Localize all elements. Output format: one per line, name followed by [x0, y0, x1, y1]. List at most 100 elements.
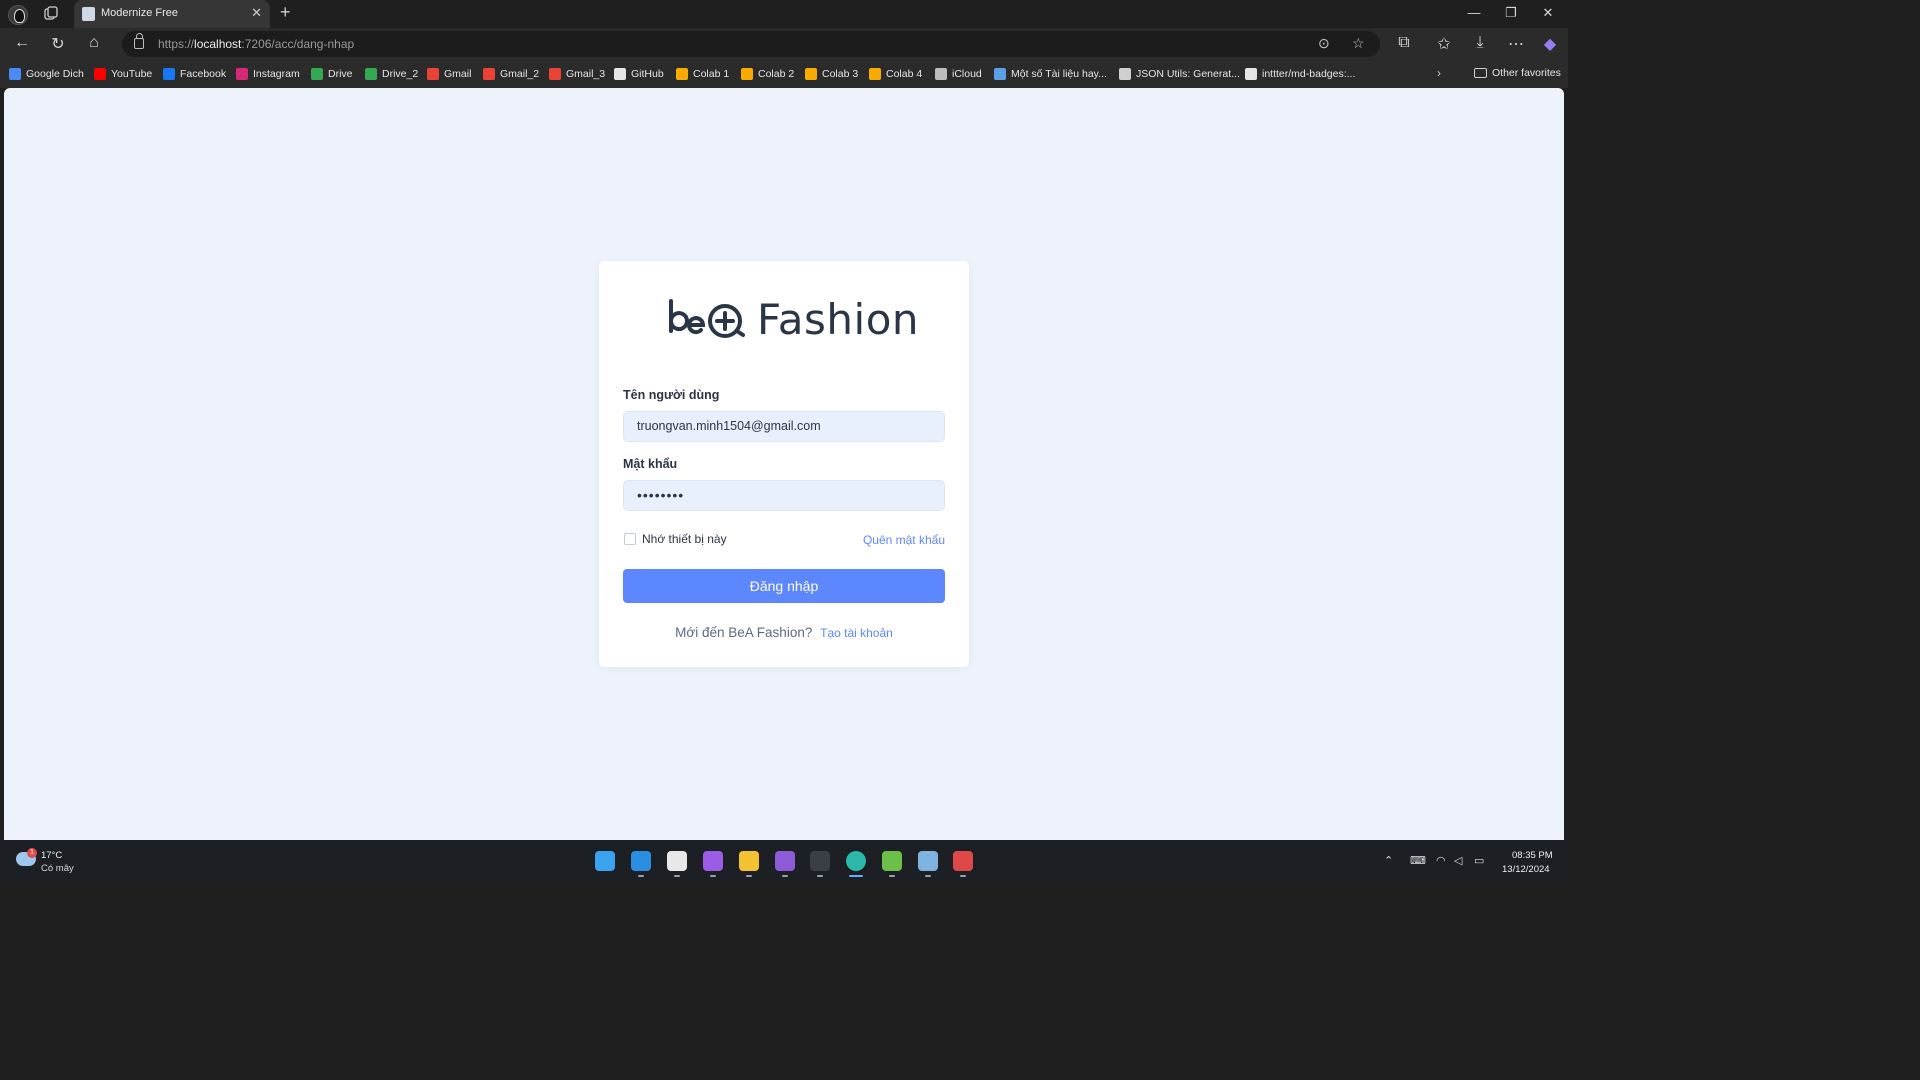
more-menu-icon[interactable]: ⋯ [1506, 34, 1526, 54]
window-close-icon[interactable]: ✕ [1538, 5, 1558, 21]
login-card: Fashion Tên người dùng truongvan.minh150… [599, 261, 969, 667]
bookmark-label: inttter/md-badges:... [1262, 68, 1356, 80]
profile-avatar-icon[interactable] [8, 5, 28, 25]
url-path: :7206/acc/dang-nhap [241, 37, 355, 51]
bookmark-item[interactable]: Một số Tài liệu hay... [994, 67, 1107, 81]
copilot-icon[interactable]: ◆ [1540, 34, 1560, 54]
bookmark-label: Gmail [444, 68, 472, 80]
extensions-icon[interactable]: ⧉ [1394, 34, 1414, 52]
back-icon[interactable]: ← [12, 34, 32, 52]
password-label: Mật khẩu [623, 457, 678, 471]
collections-icon[interactable] [44, 6, 58, 20]
more-bookmarks-chevron-icon[interactable]: › [1437, 66, 1441, 80]
bookmark-label: Colab 1 [693, 68, 730, 80]
drive-icon [311, 68, 323, 80]
folder-icon [1474, 68, 1487, 78]
other-favorites[interactable]: Other favorites [1474, 67, 1561, 79]
username-input[interactable]: truongvan.minh1504@gmail.com [623, 411, 945, 442]
google-translate-icon [9, 68, 21, 80]
vscode-icon[interactable] [631, 851, 651, 871]
bookmark-label: Colab 2 [758, 68, 795, 80]
home-icon[interactable]: ⌂ [84, 34, 104, 52]
globe-icon [1119, 68, 1131, 80]
remember-device-label[interactable]: Nhớ thiết bị này [642, 532, 727, 546]
address-bar[interactable]: https://localhost:7206/acc/dang-nhap ⊙ ☆ [122, 31, 1380, 57]
bookmark-item[interactable]: Instagram [236, 67, 300, 81]
downloads-icon[interactable]: ⤓ [1470, 34, 1490, 52]
weather-temperature: 17°C [41, 850, 63, 861]
bookmark-item[interactable]: Colab 2 [741, 67, 794, 81]
running-indicator [849, 875, 863, 877]
bookmark-item[interactable]: Gmail_2 [483, 67, 539, 81]
bookmark-item[interactable]: YouTube [94, 67, 152, 81]
edge-icon[interactable] [846, 851, 866, 871]
github-desktop-icon[interactable] [703, 851, 723, 871]
bookmark-item[interactable]: Drive_2 [365, 67, 418, 81]
bookmarks-bar: Google Dich YouTube Facebook Instagram Drive… [0, 60, 1568, 88]
bookmark-item[interactable]: Colab 4 [869, 67, 922, 81]
file-explorer-icon[interactable] [739, 851, 759, 871]
password-input[interactable]: •••••••• [623, 480, 945, 511]
tab-strip: Modernize Free ✕ + — ❐ ✕ [0, 0, 1568, 28]
bookmark-item[interactable]: JSON Utils: Generat... [1119, 67, 1240, 81]
terminal-icon[interactable] [810, 851, 830, 871]
mail-app-icon[interactable] [953, 851, 973, 871]
visual-studio-icon[interactable] [775, 851, 795, 871]
battery-icon[interactable]: ▭ [1474, 854, 1484, 867]
close-tab-icon[interactable]: ✕ [251, 5, 262, 21]
bookmark-label: iCloud [952, 68, 982, 80]
refresh-icon[interactable]: ↻ [48, 34, 68, 54]
favorite-star-icon[interactable]: ☆ [1352, 35, 1365, 52]
url-scheme: https:// [158, 37, 195, 51]
instagram-icon [236, 68, 248, 80]
bookmark-item[interactable]: Colab 1 [676, 67, 729, 81]
wifi-icon[interactable]: ◠ [1436, 854, 1446, 867]
chatgpt-icon[interactable] [667, 851, 687, 871]
minimize-icon[interactable]: — [1464, 5, 1484, 20]
show-hidden-icons-icon[interactable]: ⌃ [1384, 854, 1393, 867]
bea-logo-icon [669, 299, 745, 338]
bookmark-item[interactable]: GitHub [614, 67, 664, 81]
volume-icon[interactable]: ◁ [1454, 854, 1462, 867]
bookmark-item[interactable]: Gmail [427, 67, 471, 81]
remember-device-checkbox[interactable] [624, 533, 636, 545]
bookmark-label: Gmail_2 [500, 68, 540, 80]
tab-active[interactable]: Modernize Free ✕ [74, 0, 270, 28]
url-text[interactable]: https://localhost:7206/acc/dang-nhap [158, 37, 354, 51]
bookmark-label: JSON Utils: Generat... [1136, 68, 1240, 80]
favorites-icon[interactable]: ✩ [1434, 34, 1454, 54]
bookmark-label: Drive [328, 68, 353, 80]
weather-description: Có mây [41, 863, 74, 874]
bookmark-item[interactable]: inttter/md-badges:... [1245, 67, 1355, 81]
clock-time[interactable]: 08:35 PM [1512, 850, 1553, 861]
lock-icon[interactable] [134, 33, 144, 49]
reading-view-icon[interactable]: ⊙ [1318, 35, 1330, 52]
page-favicon-icon [82, 7, 95, 21]
youtube-icon [94, 68, 106, 80]
keyboard-icon[interactable]: ⌨ [1410, 854, 1426, 867]
running-indicator [889, 875, 895, 877]
create-account-link[interactable]: Tạo tài khoản [820, 626, 893, 640]
bookmark-item[interactable]: Drive [311, 67, 353, 81]
running-indicator [817, 875, 823, 877]
bookmark-item[interactable]: iCloud [935, 67, 982, 81]
bookmark-label: Instagram [253, 68, 300, 80]
snipping-tool-icon[interactable] [882, 851, 902, 871]
restore-icon[interactable]: ❐ [1501, 5, 1521, 21]
task-manager-icon[interactable] [918, 851, 938, 871]
running-indicator [960, 875, 966, 877]
bookmark-m-icon [994, 68, 1006, 80]
bookmark-label: Drive_2 [382, 68, 419, 80]
clock-date[interactable]: 13/12/2024 [1502, 864, 1550, 875]
bookmark-label: Colab 3 [822, 68, 859, 80]
login-button[interactable]: Đăng nhập [623, 569, 945, 603]
bookmark-item[interactable]: Colab 3 [805, 67, 858, 81]
bookmark-item[interactable]: Gmail_3 [549, 67, 605, 81]
new-tab-icon[interactable]: + [280, 2, 291, 23]
running-indicator [746, 875, 752, 877]
forgot-password-link[interactable]: Quên mật khẩu [863, 533, 945, 547]
windows-start-icon[interactable] [595, 851, 615, 871]
bookmark-item[interactable]: Google Dich [9, 67, 84, 81]
bookmark-item[interactable]: Facebook [163, 67, 226, 81]
running-indicator [674, 875, 680, 877]
